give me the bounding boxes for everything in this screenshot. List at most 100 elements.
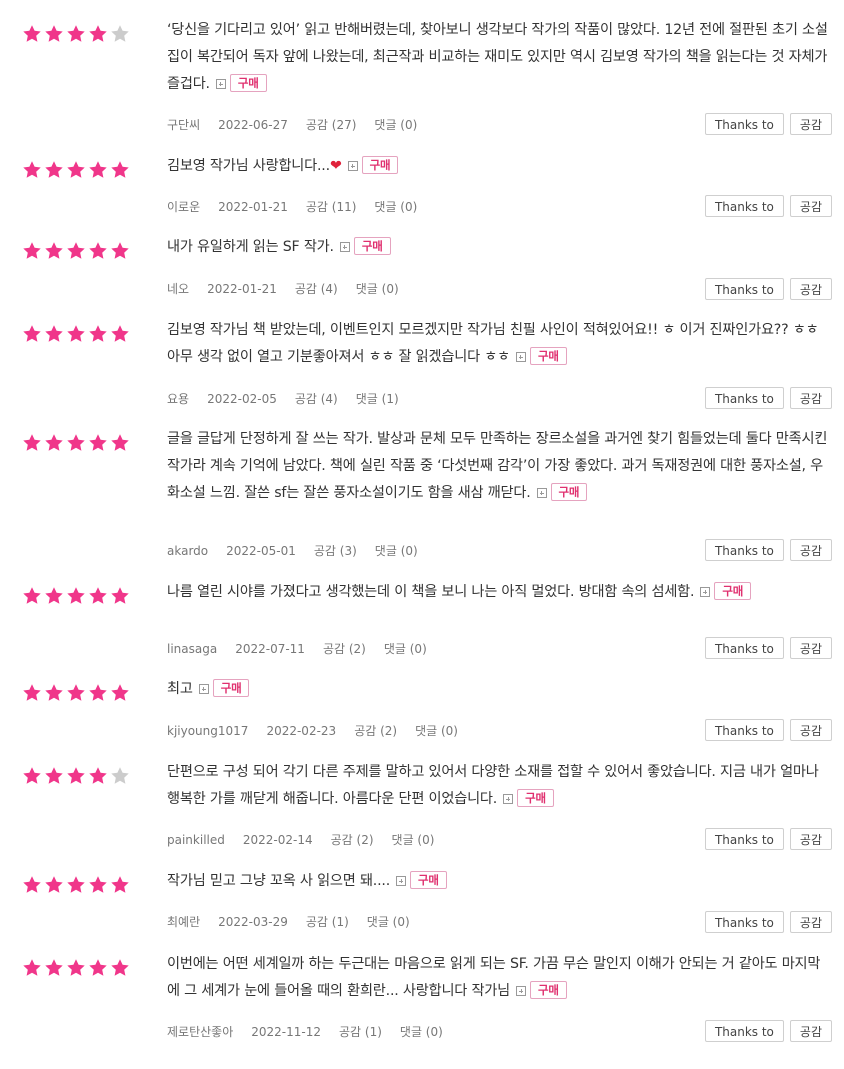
- star-filled-icon: [22, 324, 42, 344]
- reviewer-name[interactable]: kjiyoung1017: [167, 724, 248, 738]
- like-count: 공감 (27): [305, 118, 357, 132]
- thanks-to-button[interactable]: Thanks to: [704, 719, 784, 741]
- expand-icon[interactable]: [215, 79, 226, 89]
- review-meta: kjiyoung1017 2022-02-23 공감 (2) 댓글 (0): [167, 722, 476, 739]
- review-date: 2022-01-21: [218, 200, 288, 214]
- star-filled-icon: [44, 241, 64, 261]
- comment-link[interactable]: 댓글 (0): [374, 118, 417, 132]
- comment-link[interactable]: 댓글 (0): [384, 642, 427, 656]
- reviewer-name[interactable]: akardo: [167, 544, 208, 558]
- review-actions: Thanks to 공감: [704, 278, 832, 300]
- thanks-to-button[interactable]: Thanks to: [704, 637, 784, 659]
- thanks-to-button[interactable]: Thanks to: [704, 828, 784, 850]
- thanks-to-button[interactable]: Thanks to: [704, 539, 784, 561]
- star-filled-icon: [110, 241, 130, 261]
- rating-stars: [22, 683, 130, 703]
- like-button[interactable]: 공감: [789, 539, 832, 561]
- expand-icon[interactable]: [198, 684, 209, 694]
- comment-link[interactable]: 댓글 (1): [356, 392, 399, 406]
- review-text: 김보영 작가님 사랑합니다...: [167, 158, 330, 174]
- comment-link[interactable]: 댓글 (0): [367, 915, 410, 929]
- comment-link[interactable]: 댓글 (0): [375, 544, 418, 558]
- review-date: 2022-05-01: [226, 544, 296, 558]
- like-count: 공감 (11): [305, 200, 357, 214]
- like-button[interactable]: 공감: [789, 828, 832, 850]
- star-filled-icon: [44, 875, 64, 895]
- comment-link[interactable]: 댓글 (0): [374, 200, 417, 214]
- expand-icon[interactable]: [347, 161, 358, 171]
- heart-icon: ❤: [329, 158, 342, 174]
- expand-icon[interactable]: [515, 352, 526, 362]
- like-button[interactable]: 공감: [789, 1020, 832, 1042]
- like-button[interactable]: 공감: [789, 278, 832, 300]
- star-filled-icon: [66, 324, 86, 344]
- reviewer-name[interactable]: 최예란: [167, 915, 200, 929]
- review-date: 2022-11-12: [251, 1025, 321, 1039]
- expand-icon[interactable]: [536, 488, 547, 498]
- review-text: 작가님 믿고 그냥 꼬옥 사 읽으면 돼....: [167, 873, 391, 889]
- purchase-badge: 구매: [410, 871, 447, 889]
- thanks-to-button[interactable]: Thanks to: [704, 195, 784, 217]
- review-meta: 요용 2022-02-05 공감 (4) 댓글 (1): [167, 390, 417, 407]
- review-text-block: 최고 구매: [167, 676, 832, 703]
- star-filled-icon: [66, 958, 86, 978]
- star-filled-icon: [88, 433, 108, 453]
- star-filled-icon: [110, 958, 130, 978]
- star-filled-icon: [22, 24, 42, 44]
- star-filled-icon: [22, 958, 42, 978]
- star-filled-icon: [66, 241, 86, 261]
- purchase-badge: 구매: [361, 156, 399, 174]
- like-button[interactable]: 공감: [789, 719, 832, 741]
- purchase-badge: 구매: [530, 981, 567, 999]
- review-text-block: 나름 열린 시야를 가졌다고 생각했는데 이 책을 보니 나는 아직 멀었다. …: [167, 579, 832, 606]
- review-meta: akardo 2022-05-01 공감 (3) 댓글 (0): [167, 542, 436, 559]
- reviewer-name[interactable]: 제로탄산좋아: [167, 1025, 233, 1039]
- thanks-to-button[interactable]: Thanks to: [704, 113, 784, 135]
- review-date: 2022-06-27: [218, 118, 288, 132]
- review-date: 2022-03-29: [218, 915, 288, 929]
- star-filled-icon: [88, 24, 108, 44]
- review-text-block: ‘당신을 기다리고 있어’ 읽고 반해버렸는데, 찾아보니 생각보다 작가의 작…: [167, 17, 832, 98]
- review-actions: Thanks to 공감: [704, 1020, 832, 1042]
- review-text-block: 작가님 믿고 그냥 꼬옥 사 읽으면 돼.... 구매: [167, 868, 832, 895]
- rating-stars: [22, 160, 130, 180]
- like-count: 공감 (4): [294, 282, 338, 296]
- expand-icon[interactable]: [503, 794, 514, 804]
- thanks-to-button[interactable]: Thanks to: [704, 911, 784, 933]
- reviewer-name[interactable]: painkilled: [167, 833, 225, 847]
- expand-icon[interactable]: [700, 587, 711, 597]
- like-button[interactable]: 공감: [789, 113, 832, 135]
- reviewer-name[interactable]: 이로운: [167, 200, 200, 214]
- reviewer-name[interactable]: 요용: [167, 392, 189, 406]
- comment-link[interactable]: 댓글 (0): [356, 282, 399, 296]
- thanks-to-button[interactable]: Thanks to: [704, 1020, 784, 1042]
- star-filled-icon: [44, 586, 64, 606]
- expand-icon[interactable]: [396, 876, 407, 886]
- like-button[interactable]: 공감: [789, 911, 832, 933]
- star-filled-icon: [22, 586, 42, 606]
- review-text: 단편으로 구성 되어 각기 다른 주제를 말하고 있어서 다양한 소재를 접할 …: [167, 764, 819, 807]
- review-meta: 최예란 2022-03-29 공감 (1) 댓글 (0): [167, 913, 428, 930]
- purchase-badge: 구매: [550, 483, 588, 501]
- star-filled-icon: [44, 683, 64, 703]
- like-button[interactable]: 공감: [789, 387, 832, 409]
- star-filled-icon: [66, 875, 86, 895]
- reviewer-name[interactable]: 네오: [167, 282, 189, 296]
- like-button[interactable]: 공감: [789, 195, 832, 217]
- comment-link[interactable]: 댓글 (0): [400, 1025, 443, 1039]
- reviewer-name[interactable]: 구단씨: [167, 118, 200, 132]
- comment-link[interactable]: 댓글 (0): [392, 833, 435, 847]
- review-meta: 제로탄산좋아 2022-11-12 공감 (1) 댓글 (0): [167, 1023, 461, 1040]
- review-meta: painkilled 2022-02-14 공감 (2) 댓글 (0): [167, 831, 452, 848]
- thanks-to-button[interactable]: Thanks to: [704, 278, 784, 300]
- review-text-block: 내가 유일하게 읽는 SF 작가. 구매: [167, 234, 832, 261]
- like-button[interactable]: 공감: [789, 637, 832, 659]
- reviewer-name[interactable]: linasaga: [167, 642, 217, 656]
- comment-link[interactable]: 댓글 (0): [415, 724, 458, 738]
- expand-icon[interactable]: [516, 986, 527, 996]
- star-filled-icon: [44, 958, 64, 978]
- like-count: 공감 (1): [305, 915, 349, 929]
- expand-icon[interactable]: [339, 242, 350, 252]
- review-text-block: 단편으로 구성 되어 각기 다른 주제를 말하고 있어서 다양한 소재를 접할 …: [167, 759, 832, 813]
- thanks-to-button[interactable]: Thanks to: [704, 387, 784, 409]
